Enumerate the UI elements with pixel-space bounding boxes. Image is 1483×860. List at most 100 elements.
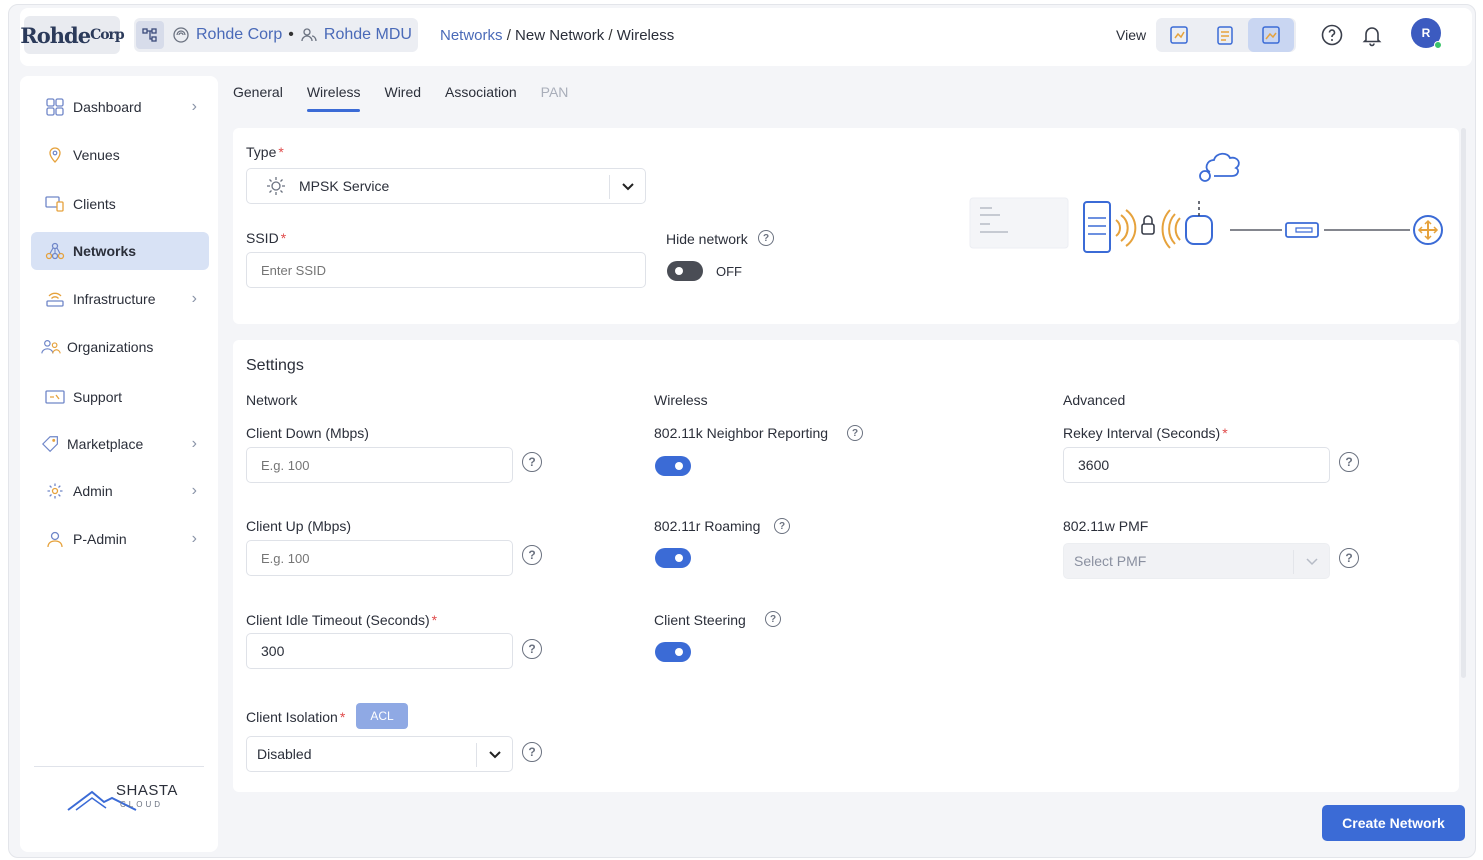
chevron-right-icon: › [191,530,197,547]
breadcrumb-wireless: Wireless [616,27,675,44]
sidebar-item-label: P-Admin [73,531,127,547]
tab-association[interactable]: Association [445,84,517,112]
sidebar-item-support[interactable]: Support [31,378,209,416]
users-icon [301,28,317,42]
org-selector[interactable]: Rohde Corp • Rohde MDU [134,18,418,52]
ssid-label: SSID * [246,230,287,246]
neighbor-reporting-label: 802.11k Neighbor Reporting [654,425,829,441]
service-gear-icon [267,177,285,195]
form-tabs: General Wireless Wired Association PAN [233,84,568,112]
help-icon[interactable]: ? [1339,452,1359,472]
logo-text: Rohde [20,22,91,48]
gear-icon [45,481,65,501]
help-icon[interactable] [1320,23,1344,47]
chevron-down-icon[interactable] [476,743,512,767]
sidebar-item-infrastructure[interactable]: Infrastructure › [31,280,209,318]
location-pin-icon [45,145,65,165]
client-isolation-label: Client Isolation * [246,709,346,725]
network-icon [45,241,65,261]
help-icon[interactable]: ? [765,611,781,627]
support-icon [45,387,65,407]
chevron-right-icon: › [191,435,197,452]
client-isolation-select[interactable]: Disabled [246,736,513,772]
help-icon[interactable]: ? [522,545,542,565]
map-icon [1262,26,1280,44]
org-separator: • [288,26,294,43]
avatar-initial: R [1421,26,1431,40]
client-up-input[interactable] [246,540,513,576]
client-steering-toggle[interactable] [655,642,691,662]
tab-wired[interactable]: Wired [384,84,421,112]
logo-suffix: Corp [90,27,125,43]
help-icon[interactable]: ? [522,742,542,762]
view-list-button[interactable] [1202,18,1248,52]
user-avatar[interactable]: R [1411,18,1442,49]
sidebar-item-label: Networks [73,243,137,259]
type-select[interactable]: MPSK Service [246,168,646,204]
sidebar-item-p-admin[interactable]: P-Admin › [31,520,209,558]
sidebar-item-label: Clients [73,196,116,212]
tab-wireless[interactable]: Wireless [306,84,360,112]
pmf-select-placeholder: Select PMF [1074,553,1147,569]
bell-icon[interactable] [1360,23,1384,47]
sidebar-item-clients[interactable]: Clients [31,185,209,223]
help-icon[interactable]: ? [758,230,774,246]
devices-icon [45,194,65,214]
pmf-select[interactable]: Select PMF [1063,543,1330,579]
brand-name: SHASTA [116,782,178,799]
ssid-input[interactable] [246,252,646,288]
users-icon [41,337,61,357]
view-label: View [1116,27,1147,43]
help-icon[interactable]: ? [1339,548,1359,568]
dashboard-icon [45,97,65,117]
client-down-input[interactable] [246,447,513,483]
roaming-toggle[interactable] [655,548,691,568]
chevron-down-icon[interactable] [1293,550,1329,574]
create-network-button[interactable]: Create Network [1322,805,1465,841]
sidebar-item-label: Admin [73,483,113,499]
view-dashboard-button[interactable] [1156,18,1202,52]
company-logo[interactable]: Rohde Corp [20,16,125,54]
chevron-down-icon[interactable] [609,175,645,199]
top-header: Rohde Corp Rohde Corp • Rohde MDU Network… [20,8,1472,66]
help-icon[interactable]: ? [522,639,542,659]
network-heading: Network [246,392,298,408]
online-indicator [1434,41,1442,49]
breadcrumb: Networks / New Network / Wireless [440,27,675,44]
rekey-interval-input[interactable]: 3600 [1063,447,1330,483]
help-icon[interactable]: ? [847,425,863,441]
scrollbar[interactable] [1461,128,1466,678]
sidebar-item-networks[interactable]: Networks [31,232,209,270]
wifi-router-icon [45,289,65,309]
sitemap-icon[interactable] [136,21,164,49]
user-icon [45,529,65,549]
idle-timeout-input[interactable]: 300 [246,633,513,669]
chevron-right-icon: › [191,98,197,115]
sidebar-item-label: Dashboard [73,99,142,115]
sidebar-item-marketplace[interactable]: Marketplace › [31,425,209,463]
breadcrumb-networks-link[interactable]: Networks [440,27,503,44]
site-name[interactable]: Rohde MDU [324,26,412,44]
sidebar-item-admin[interactable]: Admin › [31,472,209,510]
sidebar-item-organizations[interactable]: Organizations [31,328,209,366]
client-down-label: Client Down (Mbps) [246,425,369,441]
acl-button[interactable]: ACL [356,703,408,729]
chart-doc-icon [1170,26,1188,44]
type-select-value: MPSK Service [299,178,390,194]
org-name[interactable]: Rohde Corp [196,26,282,44]
view-switcher [1156,18,1296,52]
sidebar: Dashboard › Venues Clients Networks Infr… [20,76,218,852]
view-map-button[interactable] [1248,18,1294,52]
neighbor-reporting-toggle[interactable] [655,456,691,476]
type-label: Type * [246,144,284,160]
help-icon[interactable]: ? [774,518,790,534]
hide-network-toggle[interactable] [667,261,703,281]
sidebar-item-venues[interactable]: Venues [31,136,209,174]
brand-sub: CLOUD [120,800,164,809]
sidebar-item-label: Marketplace [67,436,144,452]
tab-general[interactable]: General [233,84,283,112]
chevron-right-icon: › [191,482,197,499]
rekey-interval-label: Rekey Interval (Seconds) * [1063,425,1228,441]
help-icon[interactable]: ? [522,452,542,472]
sidebar-item-dashboard[interactable]: Dashboard › [31,88,209,126]
